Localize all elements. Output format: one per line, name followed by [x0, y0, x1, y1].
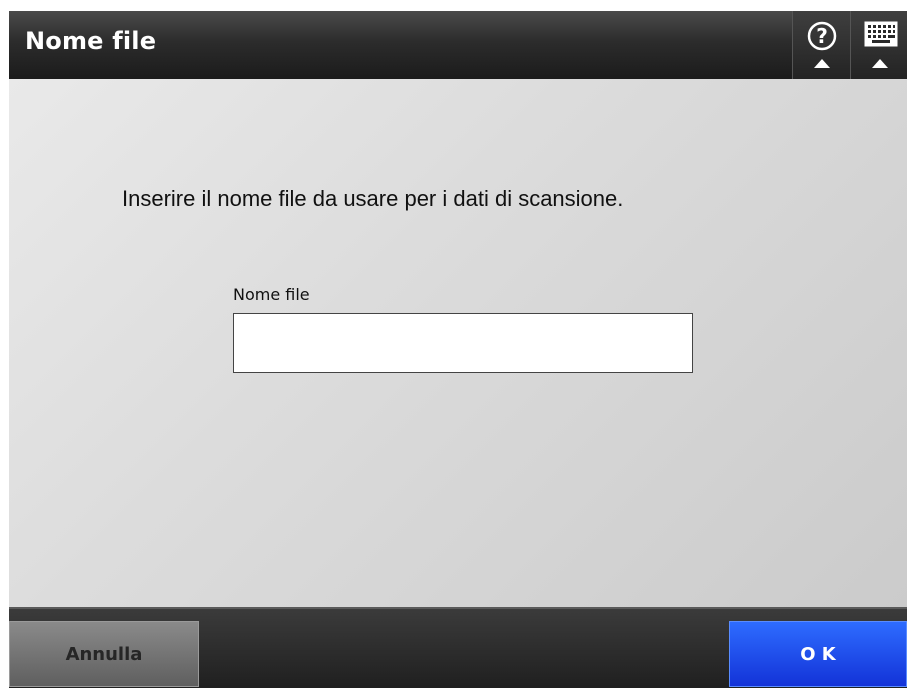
- scan-filename-screen: Nome file ? Inserire il nome file da usa…: [9, 11, 907, 688]
- expand-up-arrow-icon: [872, 59, 888, 68]
- help-button[interactable]: ?: [792, 11, 851, 79]
- bottom-bar: Annulla O K: [9, 607, 907, 688]
- page-title: Nome file: [25, 27, 157, 55]
- content-area: Inserire il nome file da usare per i dat…: [9, 79, 907, 607]
- svg-text:?: ?: [816, 24, 828, 48]
- cancel-button[interactable]: Annulla: [9, 621, 199, 687]
- filename-label: Nome file: [233, 285, 310, 304]
- ok-button[interactable]: O K: [729, 621, 907, 687]
- keyboard-button[interactable]: [850, 11, 907, 79]
- filename-input[interactable]: [233, 313, 693, 373]
- help-question-icon: ?: [807, 21, 837, 51]
- title-bar: Nome file ?: [9, 11, 907, 79]
- instruction-text: Inserire il nome file da usare per i dat…: [122, 186, 624, 211]
- keyboard-icon: [864, 21, 898, 47]
- expand-up-arrow-icon: [814, 59, 830, 68]
